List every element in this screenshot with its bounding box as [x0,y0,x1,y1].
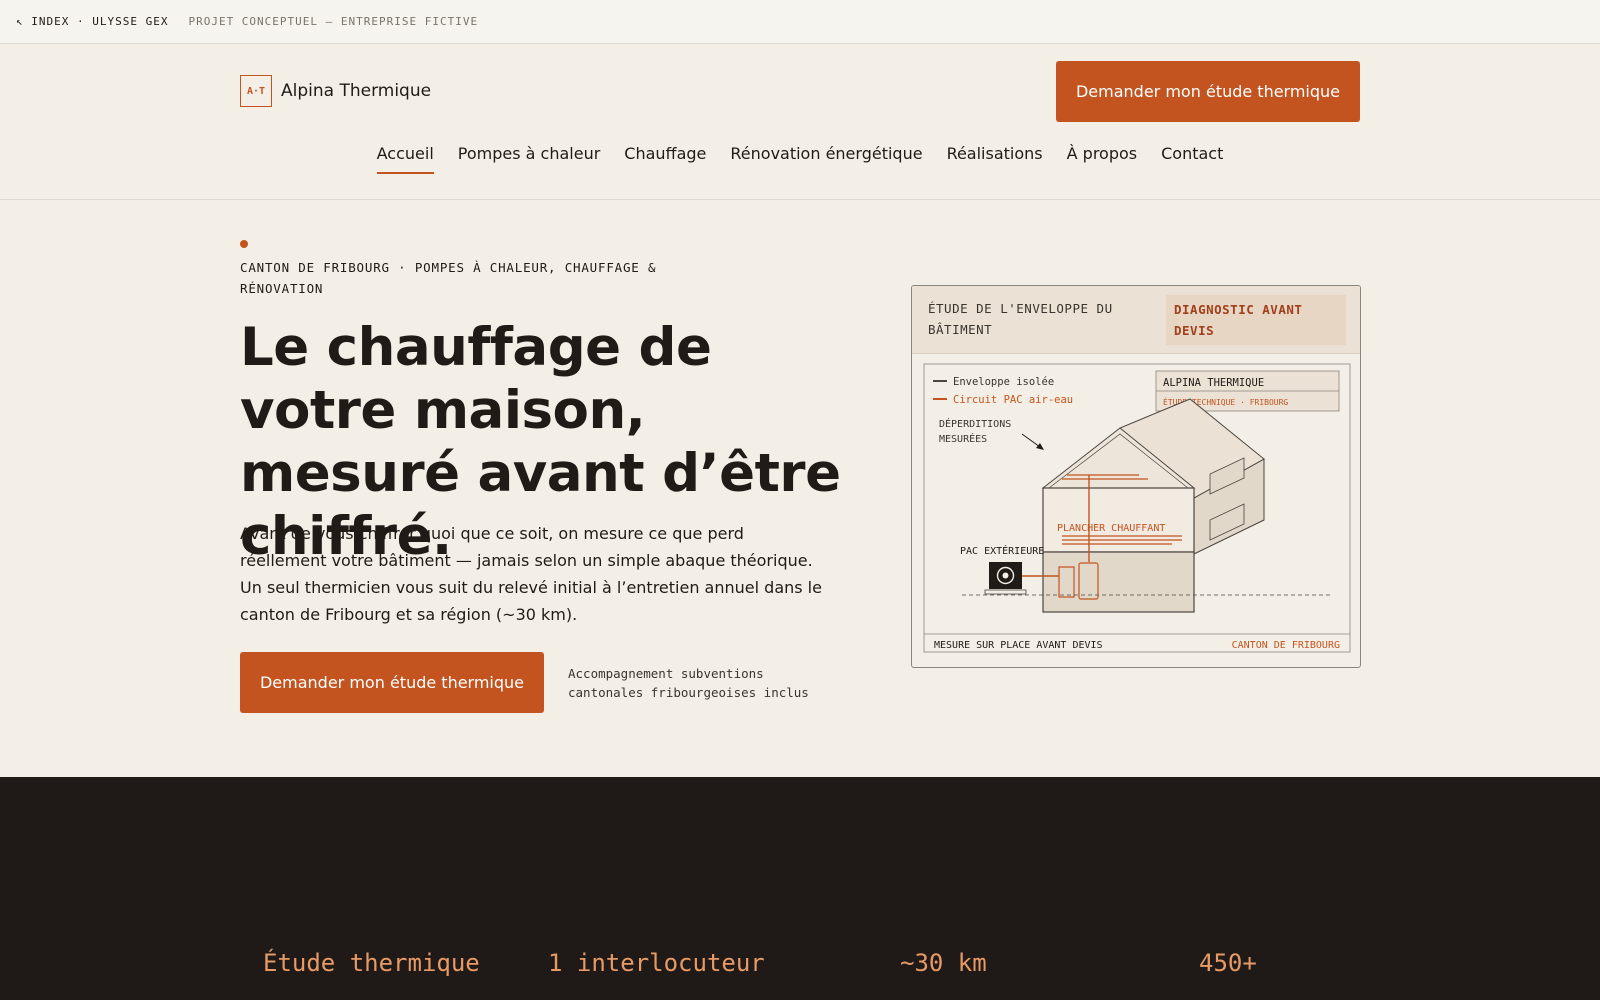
header-cta-button[interactable]: Demander mon étude thermique [1056,61,1360,122]
underfloor-label: PLANCHER CHAUFFANT [1057,523,1165,534]
hero-eyebrow: CANTON DE FRIBOURG · POMPES À CHALEUR, C… [240,260,657,296]
hero-lead: Avant de vous chiffrer quoi que ce soit,… [240,524,822,624]
brand-name: Alpina Thermique [281,81,432,101]
stat-distance: ~30 km [900,949,987,977]
legend-insulated: Enveloppe isolée [953,376,1054,388]
eyebrow-dot [240,240,248,248]
stat-projects: 450+ [1199,949,1257,977]
pac-label: PAC EXTÉRIEURE [960,544,1044,557]
card-header: ÉTUDE DE L'ENVELOPPE DU BÂTIMENT DIAGNOS… [912,286,1360,354]
project-label: PROJET CONCEPTUEL — ENTREPRISE FICTIVE [188,15,479,28]
index-back-link[interactable]: ↖ INDEX · ULYSSE GEX [16,15,168,28]
loss-arrow-icon [1021,433,1041,448]
thermal-study-card: ÉTUDE DE L'ENVELOPPE DU BÂTIMENT DIAGNOS… [911,285,1361,668]
nav-item-accueil[interactable]: Accueil [376,132,434,177]
diagnostic-badge: DIAGNOSTIC AVANT DEVIS [1166,295,1346,345]
stamp-title: ALPINA THERMIQUE [1163,377,1264,389]
main-nav: Accueil Pompes à chaleur Chauffage Rénov… [0,132,1600,177]
site-header: A·T Alpina Thermique Demander mon étude … [0,44,1600,200]
footer-left-label: MESURE SUR PLACE AVANT DEVIS [934,640,1103,651]
loss-label-2: MESURÉES [939,432,987,445]
house-diagram: Enveloppe isolée Circuit PAC air-eau ALP… [923,363,1351,653]
subsidy-note: Accompagnement subventions cantonales fr… [568,666,809,700]
nav-item-pompes-a-chaleur[interactable]: Pompes à chaleur [458,132,601,177]
footer-right-label: CANTON DE FRIBOURG [1232,640,1340,651]
nav-item-chauffage[interactable]: Chauffage [624,132,706,177]
hero-cta-button[interactable]: Demander mon étude thermique [240,652,544,713]
house-lower-floor [1042,551,1195,613]
house-upper-floor [1042,487,1195,553]
nav-item-realisations[interactable]: Réalisations [947,132,1043,177]
nav-item-contact[interactable]: Contact [1161,132,1223,177]
legend-circuit: Circuit PAC air-eau [953,394,1073,406]
stat-interlocuteur: 1 interlocuteur [548,949,765,977]
stat-etude-thermique: Étude thermique [263,949,480,977]
top-strip: ↖ INDEX · ULYSSE GEX PROJET CONCEPTUEL —… [0,0,1600,44]
loss-label-1: DÉPERDITIONS [939,417,1011,430]
brand-logo[interactable]: A·T Alpina Thermique [240,75,431,107]
nav-item-a-propos[interactable]: À propos [1067,132,1137,177]
brand-mark: A·T [240,75,272,107]
stats-section: Étude thermique 1 interlocuteur ~30 km 4… [0,777,1600,1000]
card-title: ÉTUDE DE L'ENVELOPPE DU BÂTIMENT [928,301,1113,337]
nav-item-renovation[interactable]: Rénovation énergétique [730,132,922,177]
